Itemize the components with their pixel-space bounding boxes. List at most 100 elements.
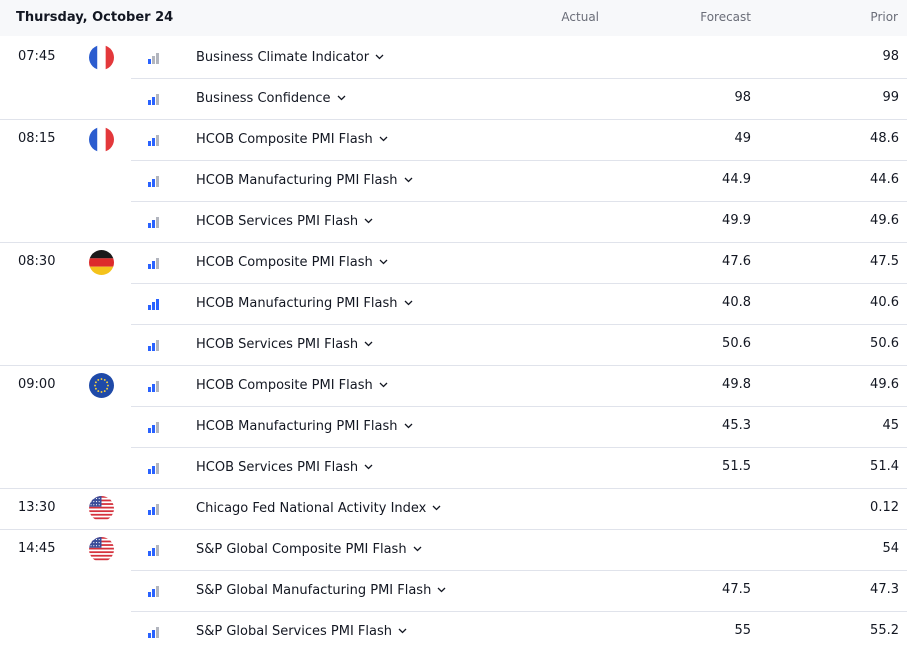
importance-bar (148, 141, 151, 146)
event-name[interactable]: HCOB Manufacturing PMI Flash (196, 172, 413, 188)
importance-bars-icon (148, 217, 160, 228)
event-row[interactable]: HCOB Manufacturing PMI Flash 44.9 44.6 (0, 160, 907, 201)
chevron-down-icon[interactable] (404, 418, 413, 433)
event-name-label: S&P Global Composite PMI Flash (196, 542, 407, 557)
event-name[interactable]: HCOB Services PMI Flash (196, 459, 373, 475)
importance-bar (152, 179, 155, 187)
chevron-down-icon[interactable] (437, 582, 446, 597)
event-name[interactable]: HCOB Services PMI Flash (196, 336, 373, 352)
importance-bar (156, 422, 159, 433)
event-name-label: Business Confidence (196, 91, 331, 106)
france-flag-icon (89, 45, 114, 70)
row-divider (131, 570, 907, 571)
chevron-down-icon[interactable] (337, 90, 346, 105)
event-time: 08:15 (18, 131, 56, 146)
importance-bars-icon (148, 135, 160, 146)
importance-bars-icon (148, 422, 160, 433)
chevron-down-icon[interactable] (379, 254, 388, 269)
event-row[interactable]: HCOB Services PMI Flash 50.6 50.6 (0, 324, 907, 365)
chevron-down-icon[interactable] (364, 336, 373, 351)
importance-bar (152, 630, 155, 638)
importance-bar (152, 466, 155, 474)
event-name-label: Business Climate Indicator (196, 50, 370, 65)
event-name-label: S&P Global Manufacturing PMI Flash (196, 583, 432, 598)
chevron-down-icon[interactable] (364, 213, 373, 228)
chevron-down-icon[interactable] (404, 172, 413, 187)
importance-bar (152, 589, 155, 597)
row-divider (131, 160, 907, 161)
event-row[interactable]: Business Confidence 98 99 (0, 78, 907, 119)
row-divider (131, 78, 907, 79)
event-name[interactable]: HCOB Manufacturing PMI Flash (196, 295, 413, 311)
chevron-down-icon[interactable] (413, 541, 422, 556)
event-row[interactable]: HCOB Services PMI Flash 49.9 49.6 (0, 201, 907, 242)
event-name[interactable]: HCOB Manufacturing PMI Flash (196, 418, 413, 434)
event-row[interactable]: HCOB Services PMI Flash 51.5 51.4 (0, 447, 907, 488)
importance-bar (156, 381, 159, 392)
importance-bar (152, 138, 155, 146)
chevron-down-icon[interactable] (404, 295, 413, 310)
event-time: 14:45 (18, 541, 56, 556)
importance-bar (148, 428, 151, 433)
usa-flag-icon (89, 537, 114, 562)
event-row[interactable]: 14:45 S&P Global Composite PMI Flash 54 (0, 529, 907, 570)
event-row[interactable]: HCOB Manufacturing PMI Flash 45.3 45 (0, 406, 907, 447)
event-name[interactable]: HCOB Composite PMI Flash (196, 254, 388, 270)
prior-value: 49.6 (870, 377, 899, 392)
event-row[interactable]: HCOB Manufacturing PMI Flash 40.8 40.6 (0, 283, 907, 324)
event-row[interactable]: 09:00 HCOB Composite PMI Flash 49.8 49.6 (0, 365, 907, 406)
prior-value: 47.5 (870, 254, 899, 269)
event-name[interactable]: S&P Global Services PMI Flash (196, 623, 407, 639)
prior-value: 47.3 (870, 582, 899, 597)
chevron-down-icon[interactable] (398, 623, 407, 638)
chevron-down-icon[interactable] (432, 500, 441, 515)
forecast-value: 47.6 (722, 254, 751, 269)
event-row[interactable]: 07:45 Business Climate Indicator 98 (0, 37, 907, 78)
event-name[interactable]: HCOB Composite PMI Flash (196, 131, 388, 147)
event-row[interactable]: 08:30 HCOB Composite PMI Flash 47.6 47.5 (0, 242, 907, 283)
france-flag-icon (89, 127, 114, 152)
chevron-down-icon[interactable] (379, 377, 388, 392)
calendar-header: Thursday, October 24 Actual Forecast Pri… (0, 0, 907, 36)
importance-bars-icon (148, 545, 160, 556)
event-name[interactable]: S&P Global Manufacturing PMI Flash (196, 582, 446, 598)
importance-bar (156, 135, 159, 146)
event-name[interactable]: Chicago Fed National Activity Index (196, 500, 441, 516)
importance-bar (156, 504, 159, 515)
importance-bar (152, 302, 155, 310)
event-name-label: S&P Global Services PMI Flash (196, 624, 393, 639)
event-row[interactable]: 08:15 HCOB Composite PMI Flash 49 48.6 (0, 119, 907, 160)
importance-bar (152, 507, 155, 515)
event-row[interactable]: S&P Global Manufacturing PMI Flash 47.5 47… (0, 570, 907, 611)
importance-bars-icon (148, 176, 160, 187)
usa-flag-icon (89, 496, 114, 521)
prior-value: 51.4 (870, 459, 899, 474)
importance-bar (156, 299, 159, 310)
importance-bars-icon (148, 258, 160, 269)
importance-bar (156, 340, 159, 351)
event-name-label: Chicago Fed National Activity Index (196, 501, 427, 516)
importance-bar (152, 548, 155, 556)
importance-bar (156, 258, 159, 269)
row-divider (0, 529, 907, 530)
event-name[interactable]: HCOB Services PMI Flash (196, 213, 373, 229)
importance-bar (148, 223, 151, 228)
row-divider (131, 324, 907, 325)
importance-bar (148, 469, 151, 474)
prior-value: 48.6 (870, 131, 899, 146)
event-name[interactable]: Business Climate Indicator (196, 49, 384, 65)
event-row[interactable]: 13:30 Chicago Fed National Activity Index… (0, 488, 907, 529)
germany-flag-icon (89, 250, 114, 275)
forecast-value: 49 (734, 131, 751, 146)
chevron-down-icon[interactable] (379, 131, 388, 146)
importance-bars-icon (148, 504, 160, 515)
event-name[interactable]: HCOB Composite PMI Flash (196, 377, 388, 393)
importance-bar (148, 510, 151, 515)
chevron-down-icon[interactable] (375, 49, 384, 64)
event-name[interactable]: Business Confidence (196, 90, 346, 106)
prior-value: 44.6 (870, 172, 899, 187)
chevron-down-icon[interactable] (364, 459, 373, 474)
event-name[interactable]: S&P Global Composite PMI Flash (196, 541, 422, 557)
importance-bar (148, 592, 151, 597)
forecast-value: 98 (734, 90, 751, 105)
